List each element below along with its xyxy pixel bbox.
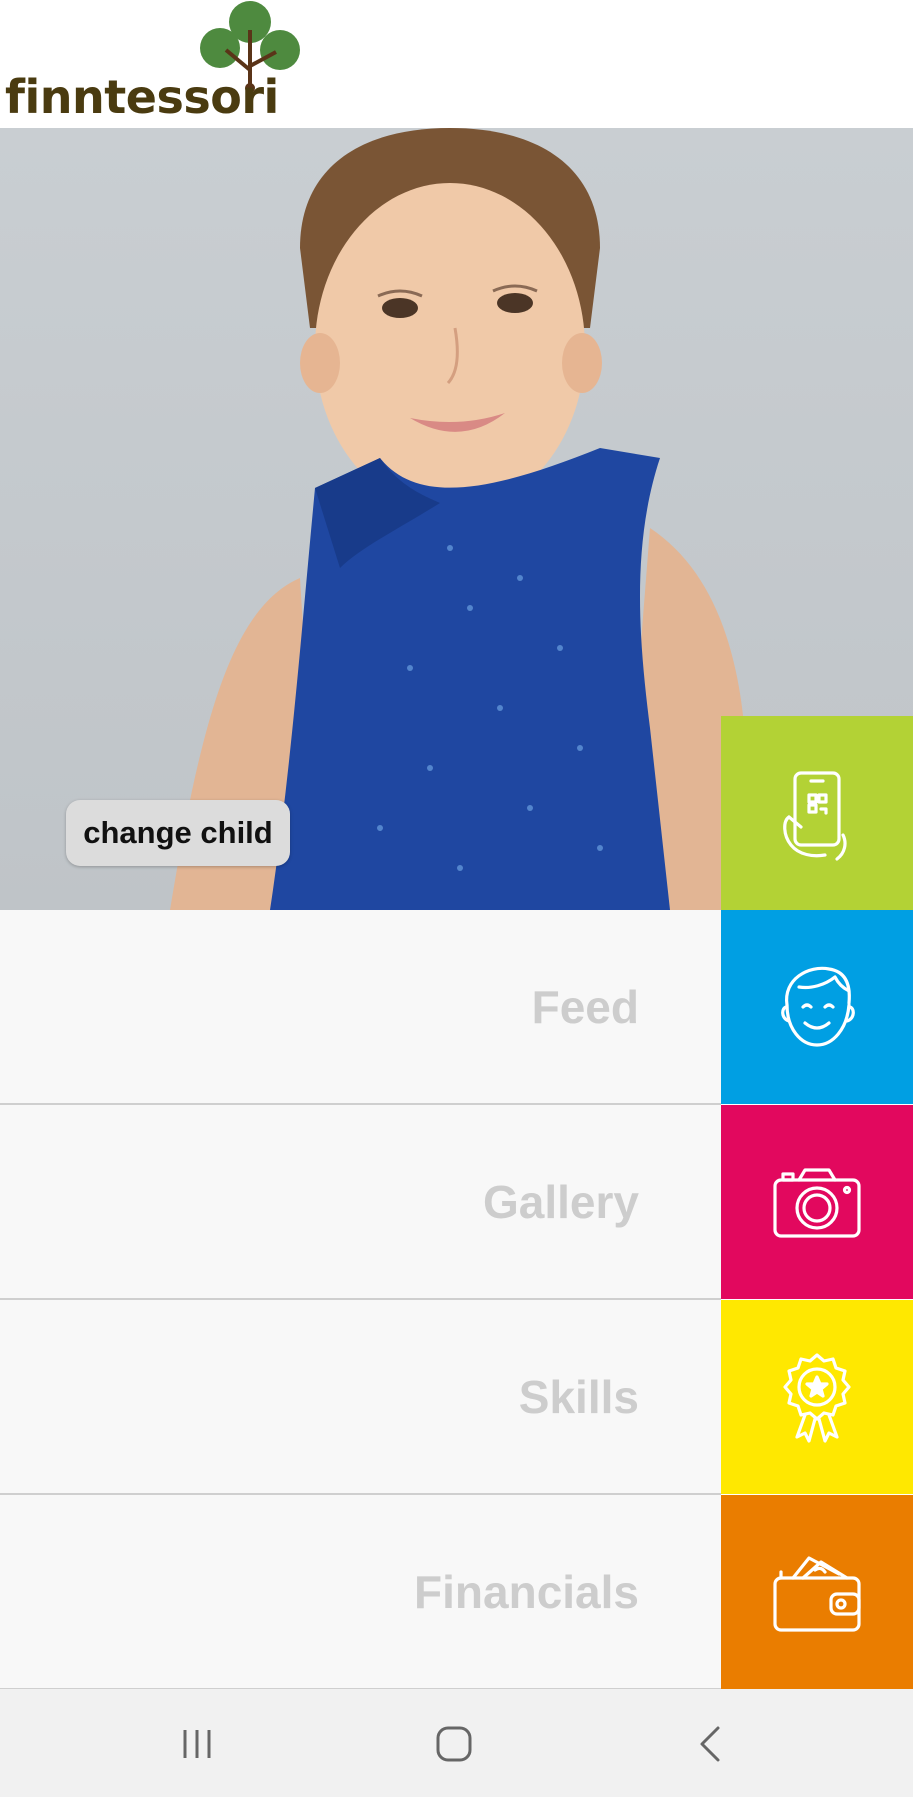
menu-item-feed[interactable]: Feed (0, 910, 721, 1105)
gallery-tile[interactable] (721, 1105, 913, 1299)
award-badge-icon (783, 1353, 851, 1443)
menu-item-skills[interactable]: Skills (0, 1300, 721, 1495)
menu-item-gallery[interactable]: Gallery (0, 1105, 721, 1300)
recent-apps-button[interactable] (152, 1709, 242, 1779)
back-button[interactable] (665, 1709, 755, 1779)
skills-tile[interactable] (721, 1300, 913, 1494)
menu-item-label: Financials (414, 1565, 639, 1618)
finntessori-logo: finntessori (0, 0, 320, 128)
header: finntessori (0, 0, 913, 128)
logo-text: finntessori (5, 70, 279, 124)
android-nav-bar (0, 1689, 913, 1797)
financials-tile[interactable] (721, 1495, 913, 1689)
back-icon (700, 1726, 720, 1762)
phone-scan-tile[interactable] (721, 716, 913, 910)
change-child-button[interactable]: change child (66, 800, 290, 866)
phone-scan-icon (783, 771, 847, 861)
home-icon (436, 1726, 472, 1762)
menu-item-label: Gallery (483, 1175, 639, 1228)
child-face-icon (781, 966, 855, 1047)
camera-icon (773, 1168, 861, 1238)
home-button[interactable] (409, 1709, 499, 1779)
app-screen: finntessori change child Feed Gallery Sk… (0, 0, 913, 1797)
menu-item-label: Feed (531, 980, 639, 1033)
recent-apps-icon (183, 1730, 211, 1758)
feed-tile[interactable] (721, 910, 913, 1104)
menu-item-financials[interactable]: Financials (0, 1495, 721, 1690)
wallet-icon (773, 1556, 861, 1632)
menu-item-label: Skills (518, 1370, 639, 1423)
